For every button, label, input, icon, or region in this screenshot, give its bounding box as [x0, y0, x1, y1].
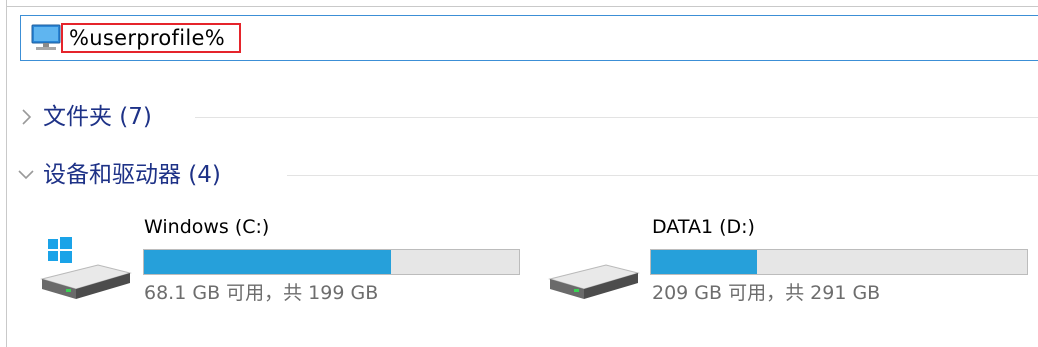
group-label-devices: 设备和驱动器 (4) [43, 162, 221, 188]
address-bar[interactable]: %userprofile% [20, 15, 1038, 61]
group-label-folders: 文件夹 (7) [43, 104, 152, 130]
window-top-edge [6, 6, 1038, 7]
hard-drive-icon [548, 264, 640, 299]
drive-item-c[interactable]: Windows (C:) 68.1 GB 可用，共 199 GB [40, 215, 530, 315]
system-drive-icon [40, 237, 132, 299]
usage-fill-d [651, 250, 758, 274]
window-left-edge [6, 0, 7, 347]
group-divider-devices [287, 175, 1038, 176]
drive-space-d: 209 GB 可用，共 291 GB [652, 282, 881, 304]
drive-name-d: DATA1 (D:) [652, 216, 755, 238]
usage-bar-d [650, 249, 1028, 275]
address-path-text[interactable]: %userprofile% [61, 23, 241, 53]
usage-bar-c [143, 249, 520, 275]
this-pc-icon [31, 24, 61, 50]
group-divider-folders [195, 117, 1038, 118]
file-explorer-window: %userprofile% 文件夹 (7) 设备和驱动器 (4) Windows… [0, 0, 1038, 347]
chevron-down-icon[interactable] [17, 166, 35, 184]
drive-space-c: 68.1 GB 可用，共 199 GB [144, 282, 379, 304]
group-header-folders[interactable]: 文件夹 (7) [17, 100, 1038, 134]
group-header-devices[interactable]: 设备和驱动器 (4) [17, 158, 1038, 192]
chevron-right-icon[interactable] [17, 108, 35, 126]
drive-name-c: Windows (C:) [144, 216, 270, 238]
usage-fill-c [144, 250, 391, 274]
drive-item-d[interactable]: DATA1 (D:) 209 GB 可用，共 291 GB [548, 215, 1038, 315]
